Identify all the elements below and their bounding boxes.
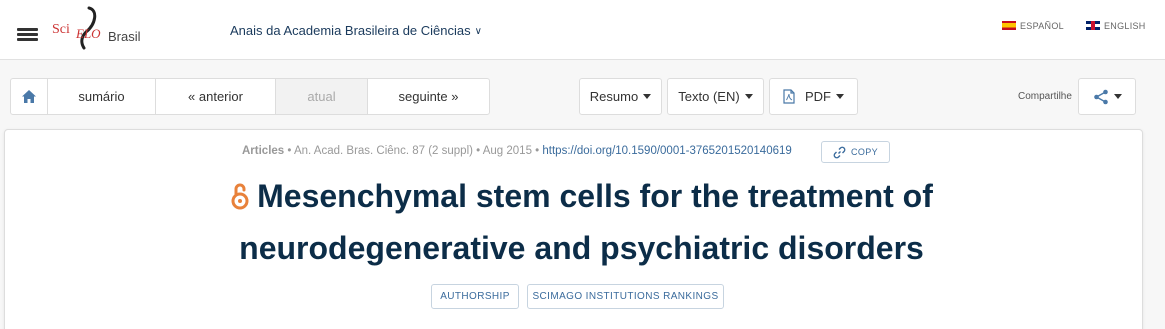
chevron-down-icon: ∨ (474, 26, 482, 37)
journal-name: Anais da Academia Brasileira de Ciências (230, 23, 471, 38)
resumo-dropdown[interactable]: Resumo (579, 78, 662, 115)
open-access-icon (231, 183, 249, 210)
article-title: Mesenchymal stem cells for the treatment… (239, 178, 933, 266)
texto-dropdown[interactable]: Texto (EN) (667, 78, 764, 115)
pdf-label: PDF (805, 89, 831, 104)
anterior-button[interactable]: « anterior (156, 79, 276, 114)
atual-button: atual (276, 79, 368, 114)
issue-navigation: sumário « anterior atual seguinte » (10, 78, 490, 115)
article-title-block: Mesenchymal stem cells for the treatment… (100, 170, 1063, 274)
share-icon (1093, 89, 1108, 104)
language-english-link[interactable]: ENGLISH (1086, 21, 1146, 31)
share-label: Compartilhe (1018, 91, 1072, 102)
logo-country: Brasil (108, 29, 141, 44)
caret-down-icon (643, 94, 652, 99)
scielo-logo[interactable]: Sci ELO Brasil (52, 6, 144, 52)
home-icon (22, 90, 36, 103)
copy-label: COPY (850, 147, 879, 157)
caret-down-icon (1113, 94, 1122, 99)
copy-doi-button[interactable]: COPY (821, 141, 890, 163)
authorship-button[interactable]: AUTHORSHIP (431, 284, 519, 309)
es-flag-icon (1002, 21, 1016, 30)
top-bar: Sci ELO Brasil Anais da Academia Brasile… (0, 0, 1165, 60)
sumario-button[interactable]: sumário (48, 79, 156, 114)
article-citation: • An. Acad. Bras. Ciênc. 87 (2 suppl) • … (284, 145, 543, 157)
journal-dropdown[interactable]: Anais da Academia Brasileira de Ciências… (230, 23, 482, 38)
article-meta: Articles • An. Acad. Bras. Ciênc. 87 (2 … (242, 145, 792, 157)
logo-sci-text: Sci (52, 22, 70, 37)
pdf-dropdown[interactable]: PDF (769, 78, 858, 115)
pdf-file-icon (783, 89, 795, 104)
home-button[interactable] (11, 79, 48, 114)
caret-down-icon (836, 94, 844, 99)
doi-link[interactable]: https://doi.org/10.1590/0001-37652015201… (542, 145, 791, 157)
article-type: Articles (242, 145, 285, 157)
resumo-label: Resumo (589, 89, 639, 104)
caret-down-icon (744, 94, 753, 99)
language-label: ESPAÑOL (1020, 21, 1064, 31)
uk-flag-icon (1086, 21, 1100, 30)
hamburger-menu-icon[interactable] (17, 28, 38, 42)
language-espanol-link[interactable]: ESPAÑOL (1002, 21, 1064, 31)
seguinte-button[interactable]: seguinte » (368, 79, 489, 114)
link-icon (833, 146, 846, 158)
logo-elo-text: ELO (76, 26, 101, 41)
share-dropdown[interactable] (1078, 78, 1136, 115)
scimago-rankings-button[interactable]: SCIMAGO INSTITUTIONS RANKINGS (527, 284, 724, 309)
language-label: ENGLISH (1104, 21, 1146, 31)
texto-label: Texto (EN) (678, 89, 740, 104)
